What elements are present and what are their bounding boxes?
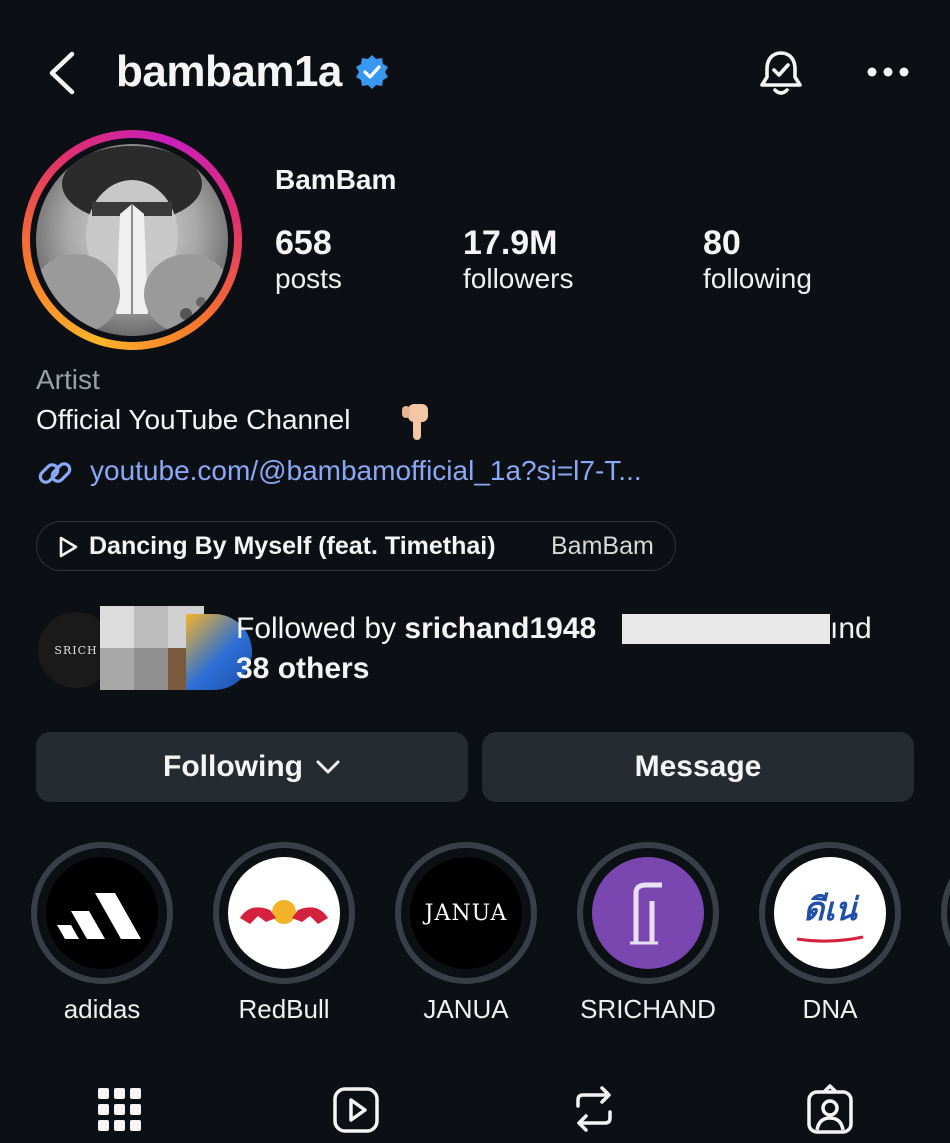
profile-username: bambam1a [116, 47, 342, 96]
highlight-ring: JANUA [395, 842, 537, 984]
highlight-adidas[interactable]: adidas [31, 842, 173, 1025]
message-button[interactable]: Message [482, 732, 914, 802]
tagged-tab-icon[interactable] [806, 1084, 854, 1134]
profile-category: Artist [36, 364, 100, 395]
highlight-srichand[interactable]: SRICHAND [577, 842, 719, 1025]
mutual-followers-avatars[interactable]: SRICH [36, 606, 252, 690]
play-icon [59, 536, 78, 558]
highlight-label: SRICHAND [580, 994, 716, 1024]
reposts-tab-icon[interactable] [570, 1084, 618, 1134]
dna-logo-text: ดีเน่ [803, 890, 857, 927]
stat-following-value: 80 [703, 224, 741, 262]
highlight-label: DNA [802, 994, 858, 1024]
followed-by-and: ınd [830, 612, 872, 645]
message-button-label: Message [634, 750, 762, 783]
notification-bell-icon[interactable] [756, 48, 806, 98]
highlight-dna[interactable]: ดีเน่ DNA [759, 842, 901, 1025]
highlight-ring: ดีเน่ [759, 842, 901, 984]
stat-following[interactable]: 80 following [703, 224, 812, 295]
stat-followers[interactable]: 17.9M followers [463, 224, 573, 295]
song-title: Dancing By Myself (feat. Timethai) [89, 532, 496, 560]
highlight-janua[interactable]: JANUA JANUA [395, 842, 537, 1025]
avatar-photo [36, 144, 228, 336]
highlight-label: adidas [63, 994, 141, 1024]
link-icon [38, 462, 72, 484]
followed-by-others[interactable]: 38 others [236, 652, 369, 686]
following-button-label: Following [163, 750, 303, 783]
pointing-down-hand-icon [402, 404, 428, 440]
song-artist: BamBam [551, 532, 654, 560]
stat-followers-label: followers [463, 263, 574, 294]
stat-posts[interactable]: 658 posts [275, 224, 342, 295]
stat-following-label: following [703, 263, 812, 294]
music-pill[interactable]: Dancing By Myself (feat. Timethai) BamBa… [36, 521, 676, 571]
highlight-label: JANUA [423, 994, 509, 1024]
dna-logo-underline [796, 935, 864, 943]
profile-bio: Official YouTube Channel [36, 404, 351, 435]
mutual-avatar-label: SRICH [54, 643, 98, 657]
redacted-names [622, 614, 830, 644]
janua-logo-text: JANUA [424, 900, 508, 926]
highlight-ring [31, 842, 173, 984]
dna-logo: ดีเน่ [774, 857, 886, 969]
highlight-ring [577, 842, 719, 984]
redbull-logo-icon [228, 857, 340, 969]
verified-badge-icon [356, 55, 388, 89]
grid-tab-icon[interactable] [96, 1084, 144, 1134]
adidas-logo-icon [46, 857, 158, 969]
more-options-icon[interactable] [866, 66, 910, 78]
srichand-logo-icon [592, 857, 704, 969]
back-arrow-icon[interactable] [44, 50, 80, 96]
avatar-photo-illustration [36, 146, 228, 334]
stat-followers-value: 17.9M [463, 224, 558, 262]
chevron-down-icon [316, 760, 340, 774]
stat-posts-value: 658 [275, 224, 332, 262]
highlight-ring [213, 842, 355, 984]
highlight-label: RedBull [238, 994, 330, 1024]
reels-tab-icon[interactable] [332, 1084, 380, 1134]
profile-avatar[interactable] [22, 130, 242, 350]
stat-posts-label: posts [275, 263, 342, 294]
following-button[interactable]: Following [36, 732, 468, 802]
profile-link[interactable]: youtube.com/@bambamofficial_1a?si=l7-T..… [90, 455, 642, 487]
followed-by-prefix: Followed by [236, 612, 405, 645]
highlight-partial[interactable] [941, 842, 950, 984]
display-name: BamBam [275, 164, 397, 195]
followed-by-text[interactable]: Followed by srichand1948 [236, 612, 596, 646]
janua-logo: JANUA [410, 857, 522, 969]
followed-by-name: srichand1948 [404, 612, 597, 645]
highlight-redbull[interactable]: RedBull [213, 842, 355, 1025]
